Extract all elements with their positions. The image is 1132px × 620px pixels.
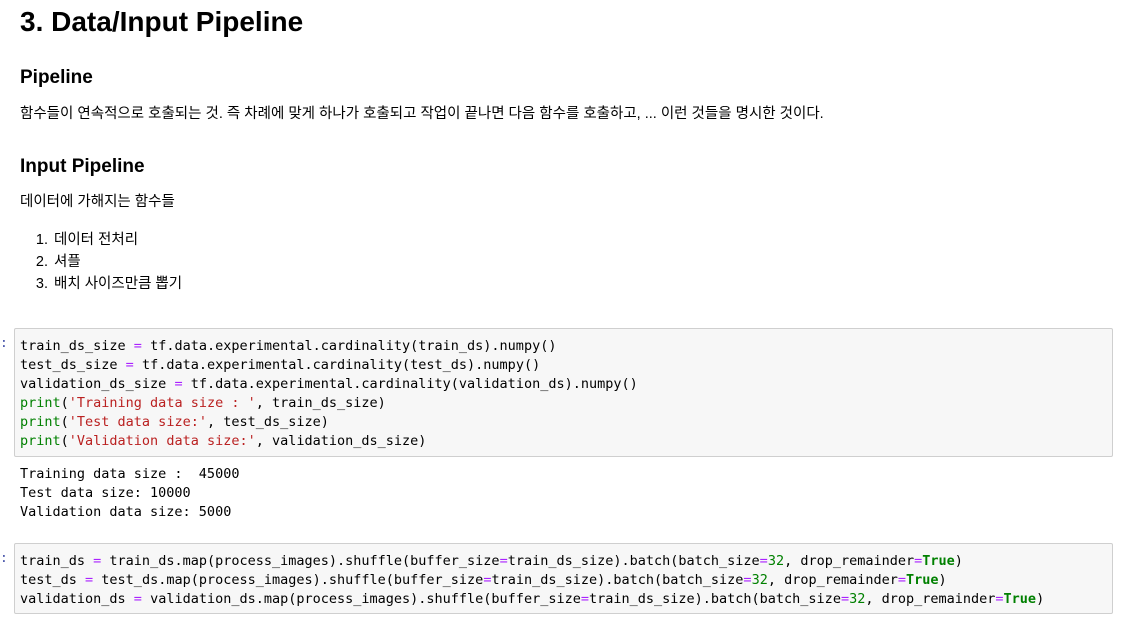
list-item: 배치 사이즈만큼 뽑기 [52,273,182,295]
page-heading: 3. Data/Input Pipeline [20,6,304,37]
cell-prompt: : [0,336,8,351]
code-line: print('Validation data size:', validatio… [20,433,427,449]
input-pipeline-steps: 데이터 전처리 셔플 배치 사이즈만큼 뽑기 [20,229,182,295]
output-line: Test data size: 10000 [20,485,191,501]
output-line: Validation data size: 5000 [20,504,232,520]
output-line: Training data size : 45000 [20,466,240,482]
code-line: validation_ds = validation_ds.map(proces… [20,591,1045,607]
input-pipeline-heading: Input Pipeline [20,156,145,177]
pipeline-description: 함수들이 연속적으로 호출되는 것. 즉 차례에 맞게 하나가 호출되고 작업이… [20,106,824,122]
code-cell-1[interactable]: train_ds_size = tf.data.experimental.car… [14,328,1113,457]
code-line: test_ds = test_ds.map(process_images).sh… [20,572,947,588]
code-line: validation_ds_size = tf.data.experimenta… [20,376,638,392]
code-line: train_ds = train_ds.map(process_images).… [20,553,963,569]
cell-prompt: : [0,551,8,566]
code-cell-2[interactable]: train_ds = train_ds.map(process_images).… [14,543,1113,614]
input-pipeline-description: 데이터에 가해지는 함수들 [20,194,175,210]
code-line: test_ds_size = tf.data.experimental.card… [20,357,541,373]
code-line: print('Test data size:', test_ds_size) [20,414,329,430]
code-line: train_ds_size = tf.data.experimental.car… [20,338,557,354]
code-line: print('Training data size : ', train_ds_… [20,395,386,411]
list-item: 셔플 [52,251,182,273]
cell-output-1: Training data size : 45000 Test data siz… [20,465,239,522]
list-item: 데이터 전처리 [52,229,182,251]
pipeline-heading: Pipeline [20,67,93,88]
